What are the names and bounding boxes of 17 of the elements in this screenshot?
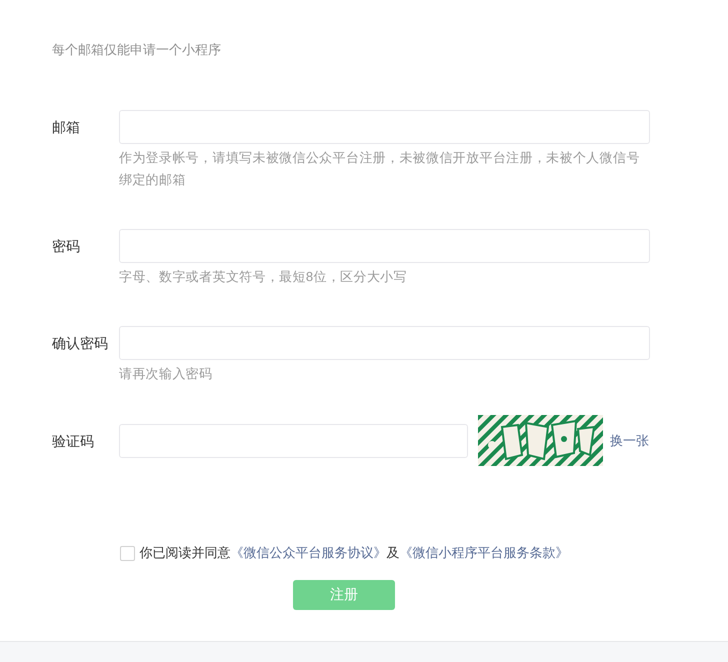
- notice-text: 每个邮箱仅能申请一个小程序: [52, 41, 222, 59]
- refresh-captcha-link[interactable]: 换一张: [610, 432, 649, 450]
- input-field[interactable]: [119, 229, 650, 263]
- field-label: 确认密码: [52, 334, 109, 353]
- field-label: 验证码: [52, 432, 95, 450]
- agreement-checkbox[interactable]: [120, 546, 134, 560]
- agreement-text: 你已阅读并同意《微信公众平台服务协议》及《微信小程序平台服务条款》: [140, 544, 568, 562]
- agreement-link[interactable]: 《微信小程序平台服务条款》: [400, 545, 568, 560]
- field-hint: 作为登录帐号，请填写未被微信公众平台注册，未被微信开放平台注册，未被个人微信号绑定的邮箱: [119, 149, 641, 189]
- agreement-link[interactable]: 《微信公众平台服务协议》: [230, 545, 386, 560]
- field-hint: 字母、数字或者英文符号，最短8位，区分大小写: [119, 268, 408, 286]
- captcha-field[interactable]: [119, 424, 468, 458]
- field-label: 密码: [52, 237, 81, 256]
- field-label: 邮箱: [52, 118, 81, 137]
- input-field[interactable]: [119, 110, 650, 144]
- input-field[interactable]: [119, 326, 650, 360]
- field-hint: 请再次输入密码: [119, 365, 214, 383]
